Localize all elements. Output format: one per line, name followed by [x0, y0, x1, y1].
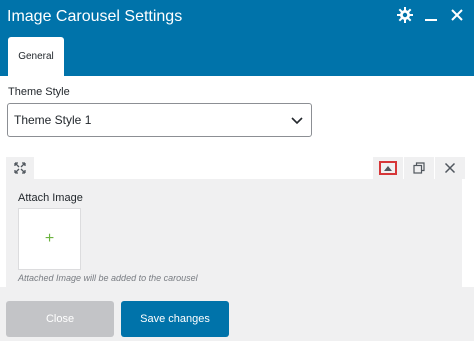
theme-style-label: Theme Style [8, 86, 70, 98]
theme-style-select[interactable]: Theme Style 1 [7, 103, 312, 137]
chevron-down-icon [291, 117, 303, 125]
plus-icon: + [44, 230, 55, 247]
expand-icon [14, 162, 26, 174]
header-controls [396, 6, 466, 24]
add-image-button[interactable]: + [18, 208, 81, 270]
modal-title: Image Carousel Settings [7, 8, 183, 25]
gear-icon[interactable] [396, 6, 414, 24]
minimize-icon[interactable] [422, 6, 440, 24]
close-icon[interactable] [448, 6, 466, 24]
close-button[interactable]: Close [6, 301, 114, 337]
theme-style-value: Theme Style 1 [14, 113, 92, 127]
save-changes-button[interactable]: Save changes [121, 301, 229, 337]
clone-button[interactable] [404, 157, 434, 179]
remove-icon [444, 162, 456, 174]
remove-button[interactable] [435, 157, 465, 179]
repeater-toolbar [6, 157, 465, 179]
collapse-icon [384, 165, 392, 171]
attach-image-help-text: Attached Image will be added to the caro… [18, 273, 198, 283]
expand-button[interactable] [6, 157, 34, 179]
tab-general[interactable]: General [8, 37, 64, 76]
collapse-button[interactable] [373, 157, 403, 179]
collapse-highlight [379, 161, 397, 175]
repeater-item: Attach Image + Attached Image will be ad… [6, 179, 462, 287]
modal-header: Image Carousel Settings General [0, 0, 474, 76]
modal-footer: Close Save changes [0, 287, 474, 341]
attach-image-label: Attach Image [18, 192, 83, 204]
clone-icon [413, 162, 425, 174]
